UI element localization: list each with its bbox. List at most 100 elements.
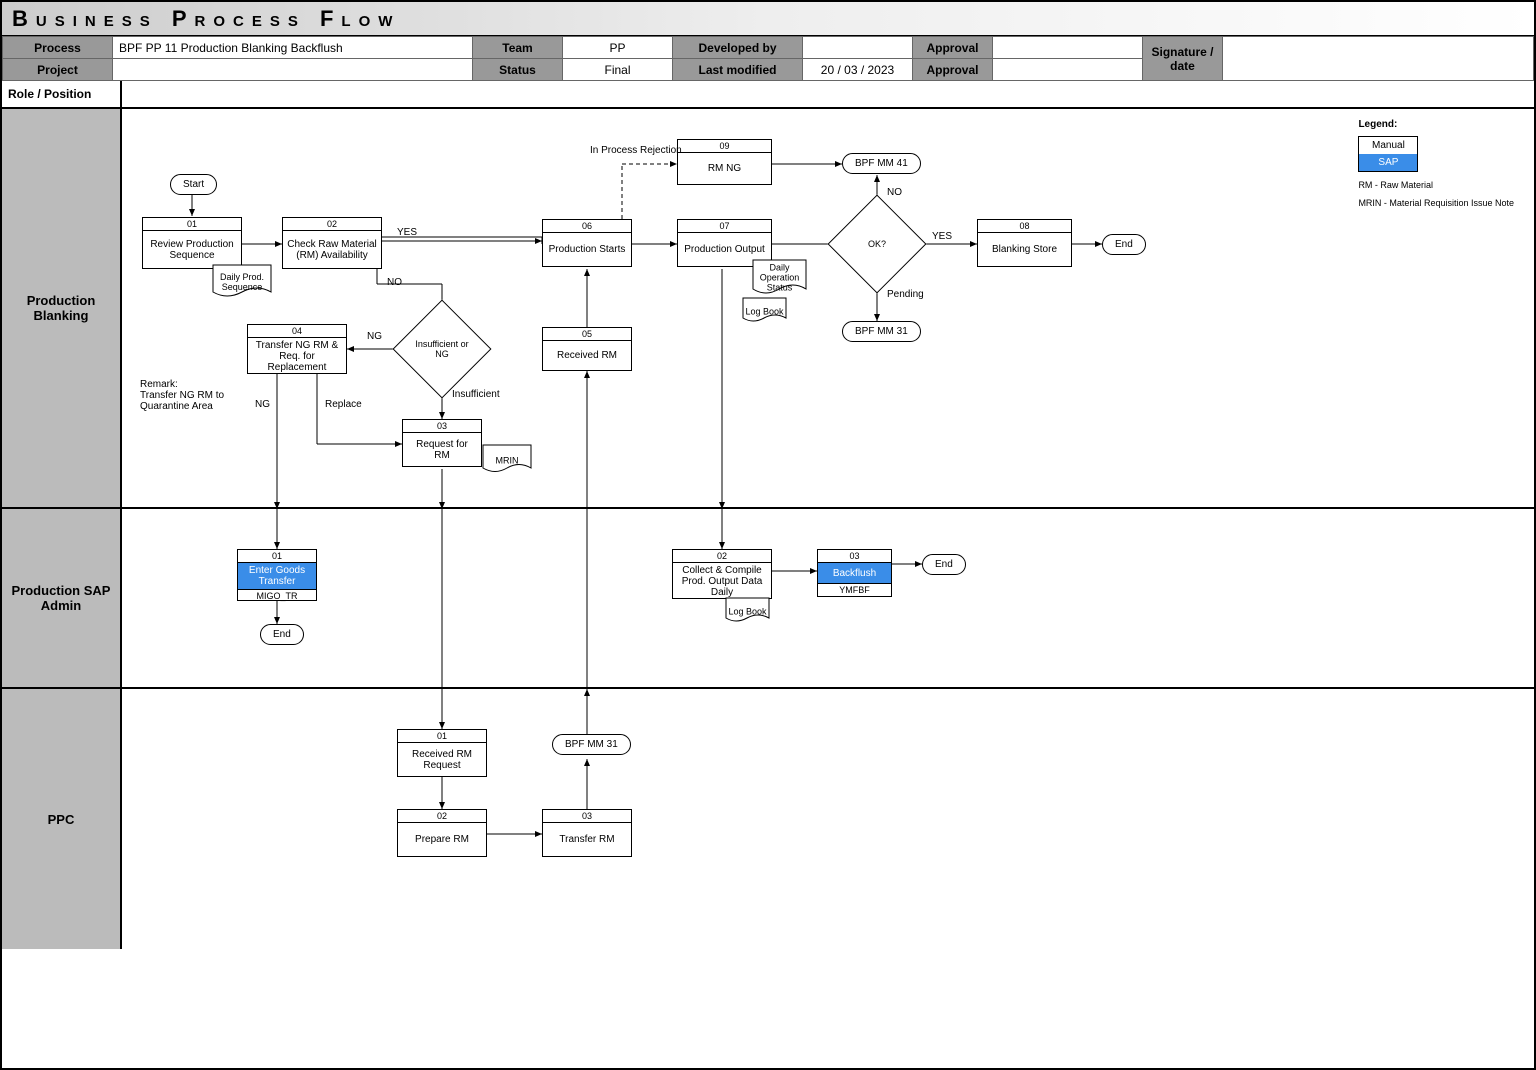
label-no-2: NO	[887, 187, 902, 198]
terminator-bpf-mm41: BPF MM 41	[842, 153, 921, 174]
node-sap-02-text: Collect & Compile Prod. Output Data Dail…	[673, 563, 771, 600]
signature-value	[1223, 37, 1534, 81]
status-label: Status	[473, 59, 563, 81]
lane-label-ppc: PPC	[2, 689, 122, 949]
remark-block: Remark: Transfer NG RM to Quarantine Are…	[140, 379, 240, 412]
diamond-1-text: Insufficient or NG	[412, 339, 472, 359]
node-09: 09 RM NG	[677, 139, 772, 185]
node-sap-02: 02 Collect & Compile Prod. Output Data D…	[672, 549, 772, 599]
node-ppc-02-text: Prepare RM	[398, 823, 486, 856]
approval2-value	[993, 59, 1143, 81]
process-value: BPF PP 11 Production Blanking Backflush	[113, 37, 473, 59]
developed-by-value	[803, 37, 913, 59]
diagram-container: Business Process Flow Process BPF PP 11 …	[0, 0, 1536, 1070]
diamond-2-text: OK?	[847, 239, 907, 249]
node-03-id: 03	[403, 420, 481, 433]
node-ppc-03: 03 Transfer RM	[542, 809, 632, 857]
node-sap-03-id: 03	[818, 550, 891, 563]
role-header: Role / Position	[2, 81, 122, 107]
status-value: Final	[563, 59, 673, 81]
node-03-text: Request for RM	[403, 433, 481, 466]
node-09-id: 09	[678, 140, 771, 153]
node-09-text: RM NG	[678, 153, 771, 184]
node-04-id: 04	[248, 325, 346, 338]
node-06: 06 Production Starts	[542, 219, 632, 267]
terminator-start: Start	[170, 174, 217, 195]
doc-log-book-1-text: Log Book	[744, 307, 785, 317]
label-no-1: NO	[387, 277, 402, 288]
metadata-table: Process BPF PP 11 Production Blanking Ba…	[2, 36, 1534, 81]
remark-text: Transfer NG RM to Quarantine Area	[140, 390, 240, 412]
doc-log-book-2: Log Book	[725, 597, 770, 627]
label-replace: Replace	[325, 399, 362, 410]
lane-label-production-blanking: Production Blanking	[2, 109, 122, 507]
node-ppc-01: 01 Received RM Request	[397, 729, 487, 777]
legend-sap: SAP	[1359, 154, 1417, 171]
doc-daily-seq: Daily Prod. Sequence	[212, 264, 272, 302]
doc-log-book-2-text: Log Book	[727, 607, 768, 617]
legend-note-2: MRIN - Material Requisition Issue Note	[1358, 198, 1514, 208]
terminator-bpf-mm31-b: BPF MM 31	[552, 734, 631, 755]
lane-label-sap-admin: Production SAP Admin	[2, 509, 122, 687]
node-ppc-02: 02 Prepare RM	[397, 809, 487, 857]
node-06-id: 06	[543, 220, 631, 233]
terminator-bpf-mm31-a: BPF MM 31	[842, 321, 921, 342]
doc-daily-seq-text: Daily Prod. Sequence	[215, 272, 269, 292]
doc-daily-op: Daily Operation Status	[752, 259, 807, 299]
label-yes-1: YES	[397, 227, 417, 238]
node-08-text: Blanking Store	[978, 233, 1071, 266]
diamond-ok: OK?	[842, 209, 912, 279]
project-label: Project	[3, 59, 113, 81]
signature-label: Signature / date	[1143, 37, 1223, 81]
node-05-text: Received RM	[543, 341, 631, 370]
doc-mrin-text: MRIN	[485, 456, 530, 466]
node-04-text: Transfer NG RM & Req. for Replacement	[248, 338, 346, 375]
node-sap-03-code: YMFBF	[818, 583, 891, 596]
node-ppc-02-id: 02	[398, 810, 486, 823]
node-ppc-01-text: Received RM Request	[398, 743, 486, 776]
node-08-id: 08	[978, 220, 1071, 233]
label-ng: NG	[367, 331, 382, 342]
node-02-id: 02	[283, 218, 381, 231]
page-title: Business Process Flow	[2, 2, 1534, 36]
legend-note-1: RM - Raw Material	[1358, 180, 1514, 190]
label-pending: Pending	[887, 289, 924, 300]
node-02: 02 Check Raw Material (RM) Availability	[282, 217, 382, 269]
node-04: 04 Transfer NG RM & Req. for Replacement	[247, 324, 347, 374]
label-rejection: In Process Rejection	[590, 145, 682, 156]
doc-daily-op-text: Daily Operation Status	[755, 263, 805, 293]
node-sap-02-id: 02	[673, 550, 771, 563]
process-label: Process	[3, 37, 113, 59]
last-modified-label: Last modified	[673, 59, 803, 81]
label-ng2: NG	[255, 399, 270, 410]
approval-value	[993, 37, 1143, 59]
node-03: 03 Request for RM	[402, 419, 482, 467]
last-modified-value: 20 / 03 / 2023	[803, 59, 913, 81]
node-ppc-03-id: 03	[543, 810, 631, 823]
legend: Legend: Manual SAP RM - Raw Material MRI…	[1358, 119, 1514, 208]
approval2-label: Approval	[913, 59, 993, 81]
node-01: 01 Review Production Sequence	[142, 217, 242, 269]
node-sap-01: 01 Enter Goods Transfer MIGO_TR	[237, 549, 317, 601]
terminator-end-3: End	[922, 554, 966, 575]
label-yes-2: YES	[932, 231, 952, 242]
legend-manual: Manual	[1359, 137, 1417, 154]
lane-body-3: 01 Received RM Request 02 Prepare RM 03 …	[122, 689, 1534, 949]
project-value	[113, 59, 473, 81]
node-06-text: Production Starts	[543, 233, 631, 266]
node-08: 08 Blanking Store	[977, 219, 1072, 267]
node-sap-01-text: Enter Goods Transfer	[238, 563, 316, 589]
legend-title: Legend:	[1358, 119, 1514, 130]
node-05: 05 Received RM	[542, 327, 632, 371]
node-01-text: Review Production Sequence	[143, 231, 241, 268]
remark-title: Remark:	[140, 379, 240, 390]
node-ppc-03-text: Transfer RM	[543, 823, 631, 856]
approval-label: Approval	[913, 37, 993, 59]
node-sap-01-id: 01	[238, 550, 316, 563]
doc-mrin: MRIN	[482, 444, 532, 478]
node-sap-01-code: MIGO_TR	[238, 589, 316, 602]
node-sap-03: 03 Backflush YMFBF	[817, 549, 892, 597]
label-insufficient: Insufficient	[452, 389, 500, 400]
diamond-insufficient-ng: Insufficient or NG	[407, 314, 477, 384]
node-ppc-01-id: 01	[398, 730, 486, 743]
